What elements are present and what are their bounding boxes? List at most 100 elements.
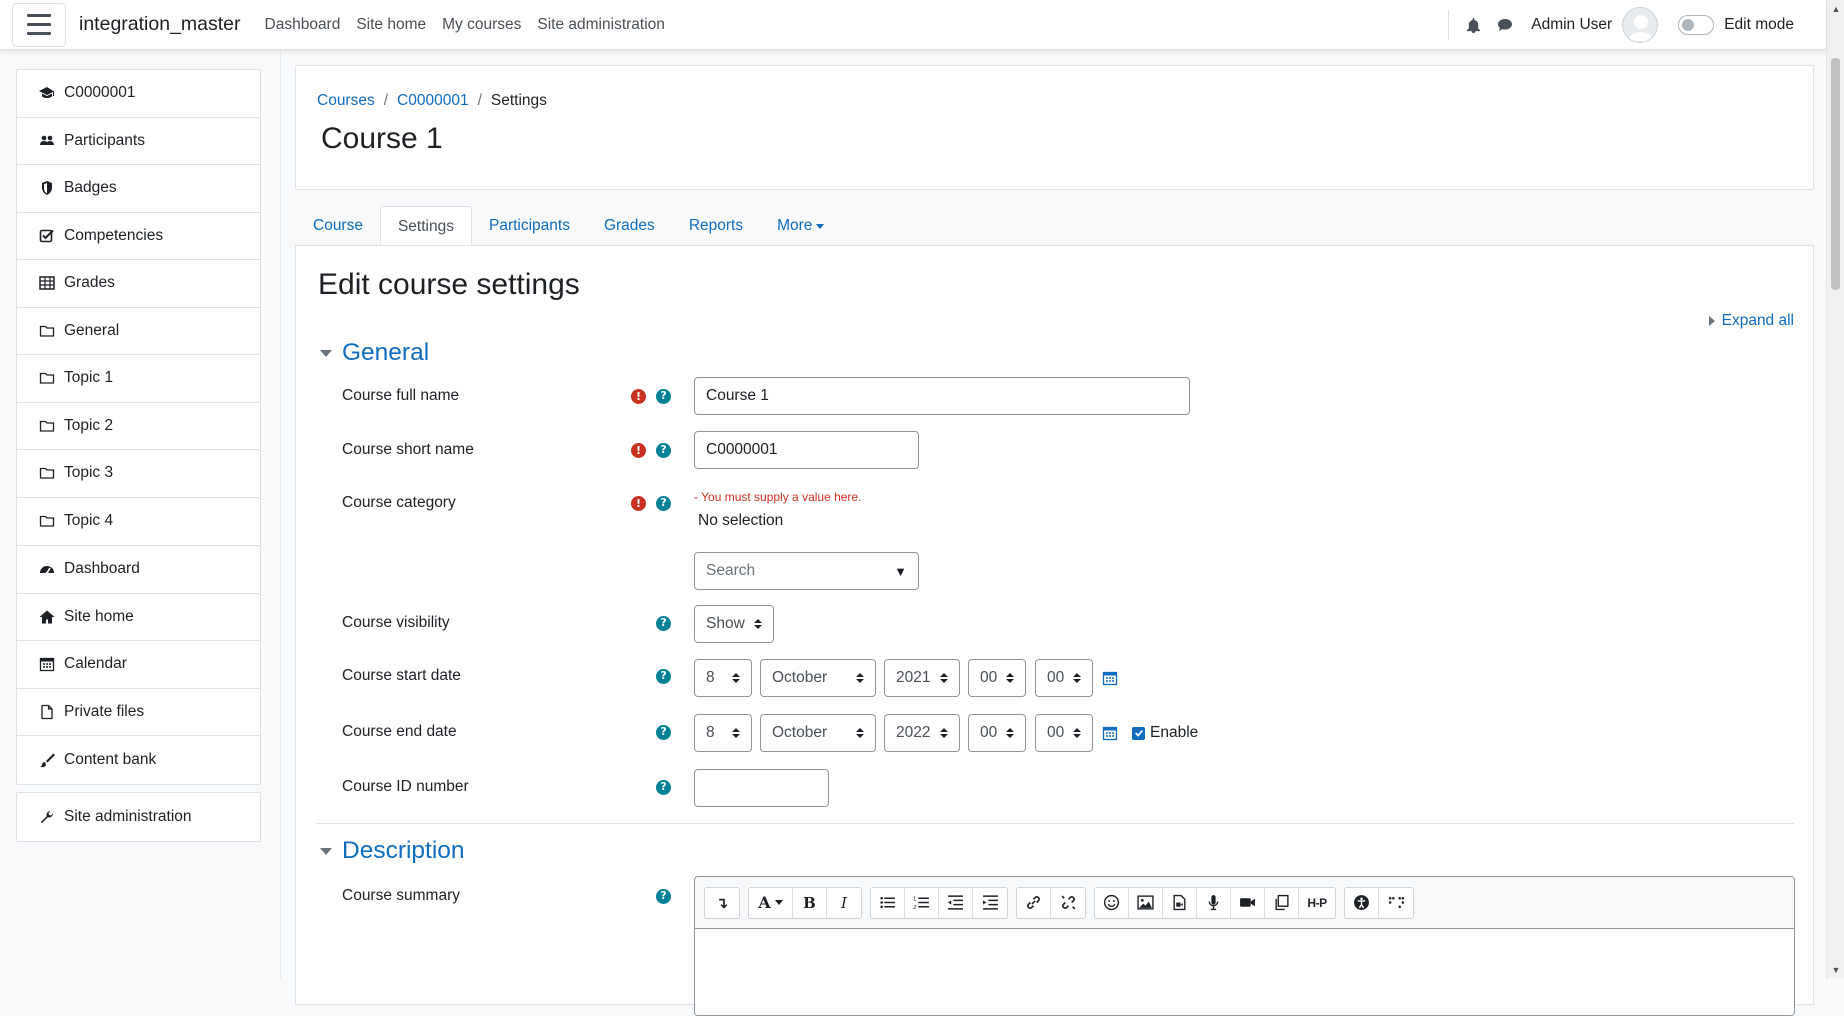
unordered-list-button[interactable] <box>871 887 905 918</box>
drawer-item-topic-1[interactable]: Topic 1 <box>17 355 260 403</box>
enddate-hour-select[interactable]: 00 <box>968 714 1026 752</box>
drawer-item-general[interactable]: General <box>17 308 260 355</box>
nav-dashboard[interactable]: Dashboard <box>257 16 349 34</box>
nav-site-home[interactable]: Site home <box>348 16 434 34</box>
scrollbar-thumb[interactable] <box>1831 58 1840 290</box>
enddate-month-select[interactable]: October <box>760 714 876 752</box>
emoji-button[interactable] <box>1095 887 1129 918</box>
help-icon[interactable]: ? <box>656 780 671 795</box>
notifications-bell-icon[interactable] <box>1463 15 1483 35</box>
idnumber-input[interactable] <box>694 769 829 807</box>
startdate-month-select[interactable]: October <box>760 659 876 697</box>
help-icon[interactable]: ? <box>656 725 671 740</box>
drawer-item-topic-4[interactable]: Topic 4 <box>17 498 260 546</box>
drawer-item-course[interactable]: C0000001 <box>17 70 260 118</box>
ordered-list-button[interactable]: 12 <box>905 887 939 918</box>
drawer-item-site-home[interactable]: Site home <box>17 594 260 641</box>
caret-right-icon <box>1708 316 1715 326</box>
page-scrollbar[interactable]: ▲ ▼ <box>1826 0 1844 979</box>
drawer-item-grades[interactable]: Grades <box>17 260 260 308</box>
drawer-item-dashboard[interactable]: Dashboard <box>17 546 260 594</box>
record-video-button[interactable] <box>1231 887 1265 918</box>
messages-icon[interactable] <box>1495 15 1515 35</box>
general-section-toggle[interactable]: General <box>320 339 429 367</box>
scroll-down-arrow-icon[interactable]: ▼ <box>1827 963 1844 977</box>
description-section-toggle[interactable]: Description <box>320 837 465 865</box>
link-icon <box>1027 896 1040 909</box>
indent-button[interactable] <box>973 888 1007 918</box>
record-audio-button[interactable] <box>1197 887 1231 918</box>
tab-participants[interactable]: Participants <box>472 206 587 246</box>
calendar-icon[interactable] <box>1101 724 1119 742</box>
enddate-enable-checkbox[interactable]: Enable <box>1132 724 1198 742</box>
fullname-input[interactable]: Course 1 <box>694 377 1190 415</box>
drawer-item-content-bank[interactable]: Content bank <box>17 736 260 784</box>
drawer-item-label: Topic 2 <box>64 416 114 434</box>
help-icon[interactable]: ? <box>656 889 671 904</box>
manage-files-button[interactable] <box>1265 887 1299 918</box>
startdate-day-select[interactable]: 8 <box>694 659 752 697</box>
unlink-button[interactable] <box>1051 888 1085 918</box>
enddate-year-select[interactable]: 2022 <box>884 714 960 752</box>
link-button[interactable] <box>1017 887 1051 918</box>
screenreader-helper-button[interactable] <box>1379 888 1413 918</box>
drawer-item-calendar[interactable]: Calendar <box>17 641 260 689</box>
media-button[interactable] <box>1163 887 1197 918</box>
startdate-minute-select[interactable]: 00 <box>1035 659 1093 697</box>
h5p-button[interactable]: H-P <box>1299 888 1335 918</box>
calendar-icon[interactable] <box>1101 669 1119 687</box>
breadcrumb-course-short[interactable]: C0000001 <box>397 92 469 110</box>
general-section-title: General <box>342 339 430 366</box>
image-button[interactable] <box>1129 887 1163 918</box>
startdate-day: 8 <box>706 669 715 686</box>
expand-all-link[interactable]: Expand all <box>1708 312 1794 330</box>
scroll-up-arrow-icon[interactable]: ▲ <box>1827 2 1844 16</box>
user-avatar[interactable] <box>1622 7 1659 43</box>
drawer-item-competencies[interactable]: Competencies <box>17 213 260 260</box>
user-name[interactable]: Admin User <box>1531 16 1612 34</box>
drawer-toggle-button[interactable] <box>12 2 66 47</box>
tab-course[interactable]: Course <box>296 206 380 246</box>
category-search-select[interactable]: Search ▼ <box>694 552 919 590</box>
visibility-select[interactable]: Show <box>694 605 774 643</box>
nav-my-courses[interactable]: My courses <box>434 16 529 34</box>
drawer-item-private-files[interactable]: Private files <box>17 689 260 736</box>
idnumber-label: Course ID number <box>342 778 469 795</box>
video-camera-icon <box>1240 898 1255 907</box>
select-arrows-icon <box>754 619 762 629</box>
breadcrumb-courses[interactable]: Courses <box>317 92 375 110</box>
enddate-minute-select[interactable]: 00 <box>1035 714 1093 752</box>
tab-reports[interactable]: Reports <box>672 206 760 246</box>
drawer-item-site-administration[interactable]: Site administration <box>17 793 260 841</box>
drawer-item-topic-3[interactable]: Topic 3 <box>17 450 260 498</box>
checkbox-checked-icon[interactable] <box>1132 726 1145 740</box>
editor-content-area[interactable] <box>695 929 1794 1015</box>
drawer-item-topic-2[interactable]: Topic 2 <box>17 403 260 450</box>
bold-button[interactable]: B <box>793 887 827 918</box>
help-icon[interactable]: ? <box>656 389 671 404</box>
nav-site-administration[interactable]: Site administration <box>529 16 673 34</box>
help-icon[interactable]: ? <box>656 496 671 511</box>
italic-button[interactable]: I <box>827 888 861 918</box>
help-icon[interactable]: ? <box>656 669 671 684</box>
tab-grades[interactable]: Grades <box>587 206 672 246</box>
italic-icon: I <box>841 893 847 912</box>
help-icon[interactable]: ? <box>656 443 671 458</box>
startdate-year-select[interactable]: 2021 <box>884 659 960 697</box>
drawer-item-participants[interactable]: Participants <box>17 118 260 165</box>
outdent-button[interactable] <box>939 887 973 918</box>
startdate-hour-select[interactable]: 00 <box>968 659 1026 697</box>
section-divider <box>316 823 1794 824</box>
paragraph-style-button[interactable]: A <box>749 887 793 918</box>
enddate-day-select[interactable]: 8 <box>694 714 752 752</box>
collapse-toolbar-button[interactable]: ↴ <box>705 888 739 918</box>
edit-mode-toggle[interactable] <box>1678 15 1715 35</box>
drawer-item-badges[interactable]: Badges <box>17 165 260 213</box>
accessibility-checker-button[interactable] <box>1345 887 1379 918</box>
tab-settings[interactable]: Settings <box>379 206 472 247</box>
drawer-item-label: Private files <box>64 702 145 720</box>
shortname-input[interactable]: C0000001 <box>694 431 919 469</box>
tab-more[interactable]: More <box>760 206 841 246</box>
site-name[interactable]: integration_master <box>79 13 241 36</box>
help-icon[interactable]: ? <box>656 616 671 631</box>
